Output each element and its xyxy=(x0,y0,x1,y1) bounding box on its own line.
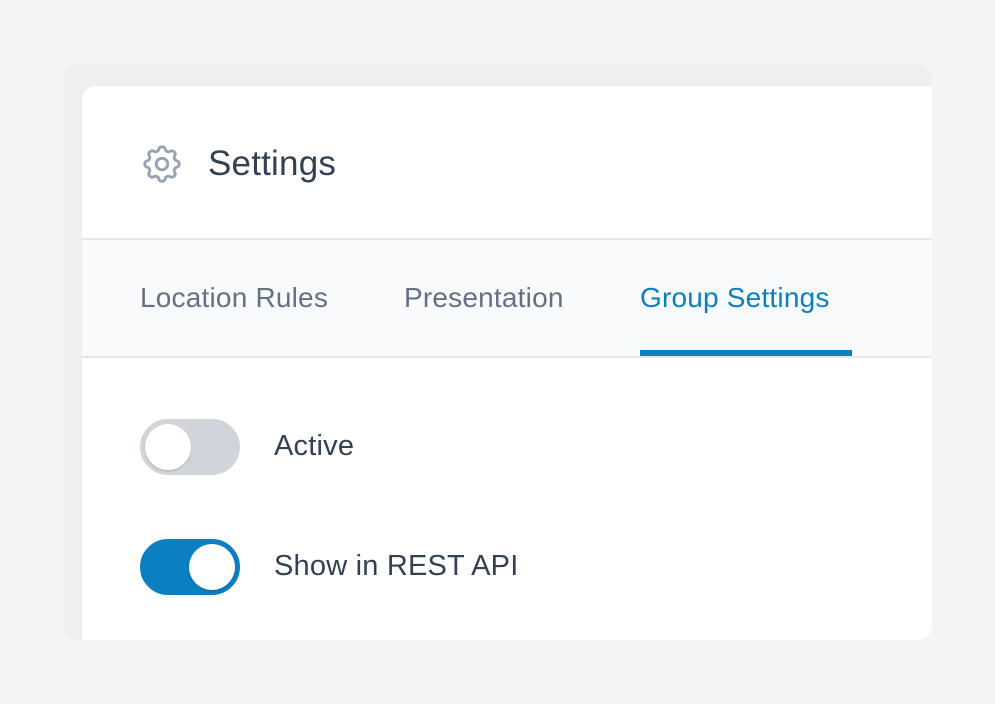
page-title: Settings xyxy=(208,144,337,183)
settings-panel: Settings Location Rules Presentation Gro… xyxy=(82,86,932,640)
tab-location-rules[interactable]: Location Rules xyxy=(140,280,328,316)
outer-card: Settings Location Rules Presentation Gro… xyxy=(64,64,932,640)
gear-icon xyxy=(143,145,181,183)
tab-bar: Location Rules Presentation Group Settin… xyxy=(82,240,932,358)
panel-header: Settings xyxy=(82,86,932,240)
toggle-knob xyxy=(145,424,191,470)
toggle-knob xyxy=(189,544,235,590)
tab-group-settings[interactable]: Group Settings xyxy=(640,280,830,316)
active-toggle[interactable] xyxy=(140,419,240,475)
tab-presentation[interactable]: Presentation xyxy=(404,280,564,316)
active-tab-indicator xyxy=(640,350,852,356)
show-in-rest-api-toggle[interactable] xyxy=(140,539,240,595)
active-label: Active xyxy=(274,430,355,462)
show-in-rest-api-label: Show in REST API xyxy=(274,550,519,582)
